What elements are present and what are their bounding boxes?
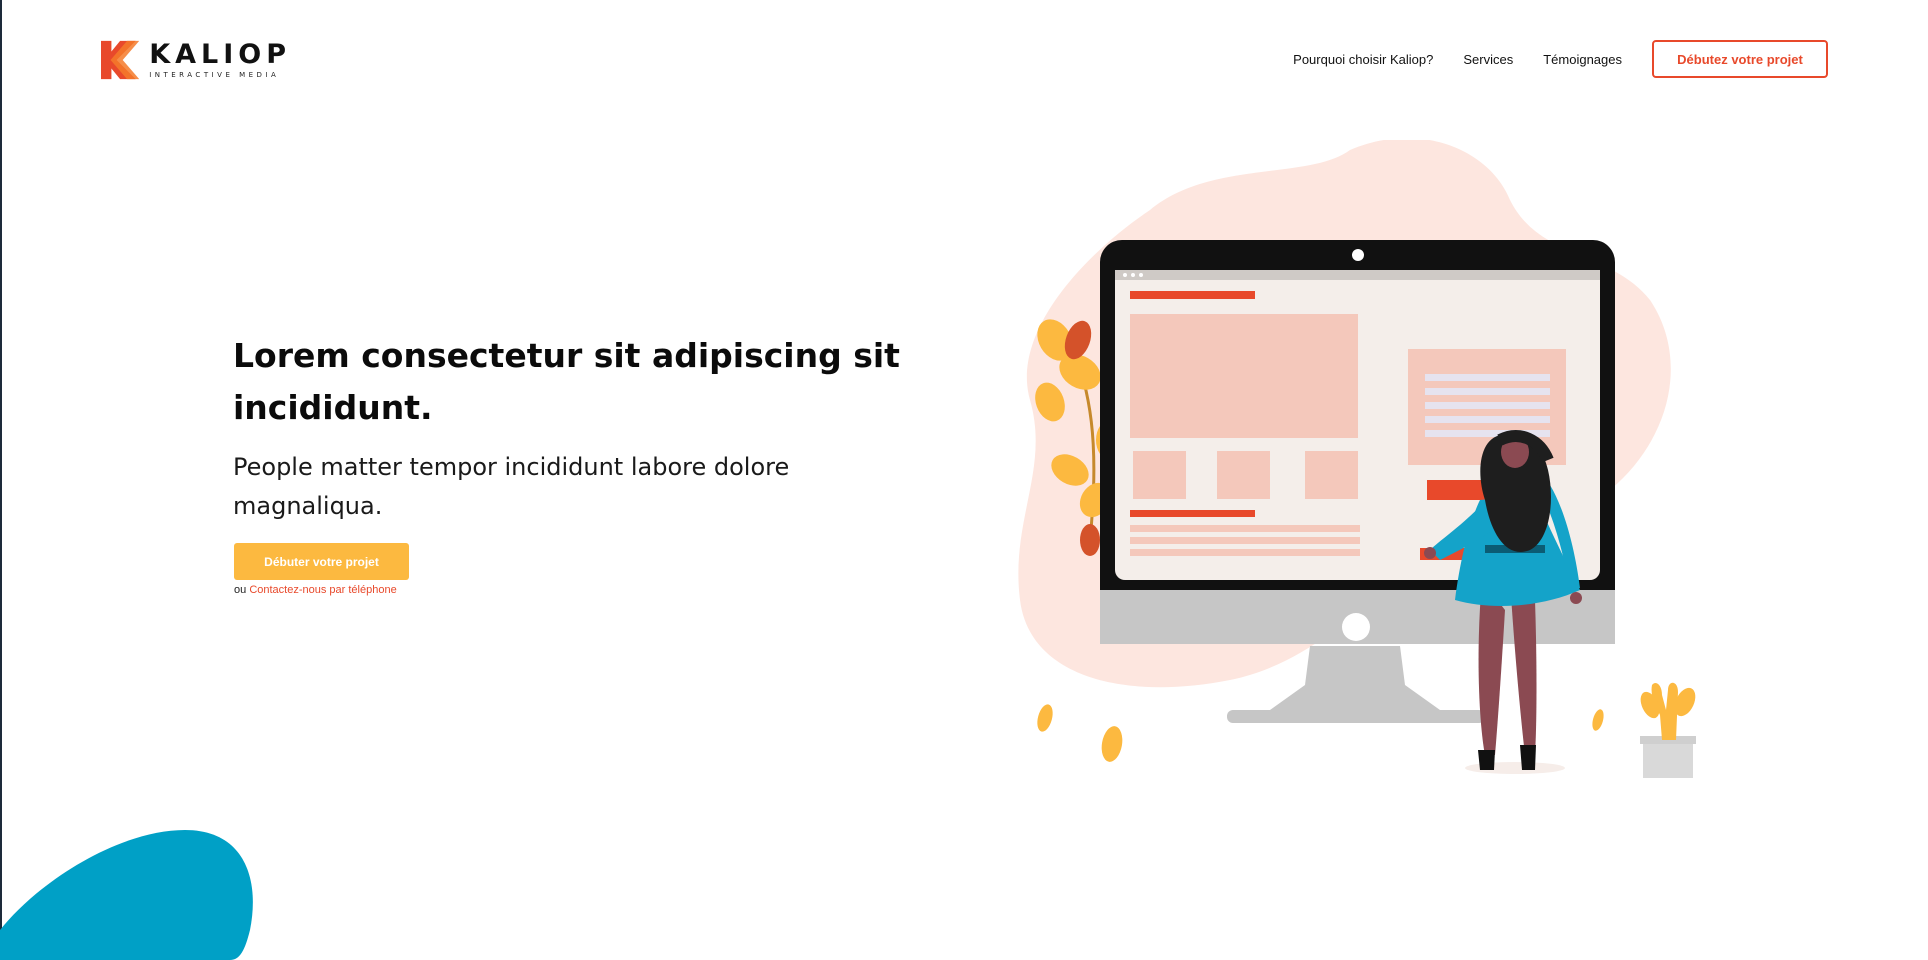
floor-leaf <box>1101 726 1123 762</box>
floor-leaf <box>1592 709 1604 731</box>
hero-alt-contact: ou Contactez-nous par téléphone <box>234 584 397 596</box>
decorative-blue-blob <box>0 830 253 960</box>
start-project-button[interactable]: Débuter votre projet <box>234 543 409 580</box>
logo-name: KALIOP <box>149 39 291 70</box>
window-edge <box>0 0 2 950</box>
nav-item-services[interactable]: Services <box>1463 52 1513 67</box>
woman-at-computer-illustration <box>1018 140 1696 778</box>
floor-leaf <box>1037 704 1053 732</box>
nav-item-pourquoi[interactable]: Pourquoi choisir Kaliop? <box>1293 52 1433 67</box>
kaliop-k-icon <box>101 40 140 80</box>
call-us-link[interactable]: Contactez-nous par téléphone <box>249 584 396 596</box>
hero-subtitle: People matter tempor incididunt labore d… <box>233 453 790 520</box>
main-nav: Pourquoi choisir Kaliop? Services Témoig… <box>1293 40 1828 78</box>
monitor-button <box>1342 613 1370 641</box>
logo-tagline: INTERACTIVE MEDIA <box>149 71 280 79</box>
webcam <box>1352 249 1364 261</box>
kaliop-logo[interactable]: KALIOP INTERACTIVE MEDIA <box>101 36 291 84</box>
cactus-pot <box>1640 682 1696 778</box>
nav-item-temoignages[interactable]: Témoignages <box>1543 52 1622 67</box>
hero-alt-prefix: ou <box>234 584 247 596</box>
start-project-nav-button[interactable]: Débutez votre projet <box>1652 40 1828 78</box>
monitor-stand <box>1270 646 1440 710</box>
hero-title: Lorem consectetur sit adipiscing sit inc… <box>233 336 900 427</box>
